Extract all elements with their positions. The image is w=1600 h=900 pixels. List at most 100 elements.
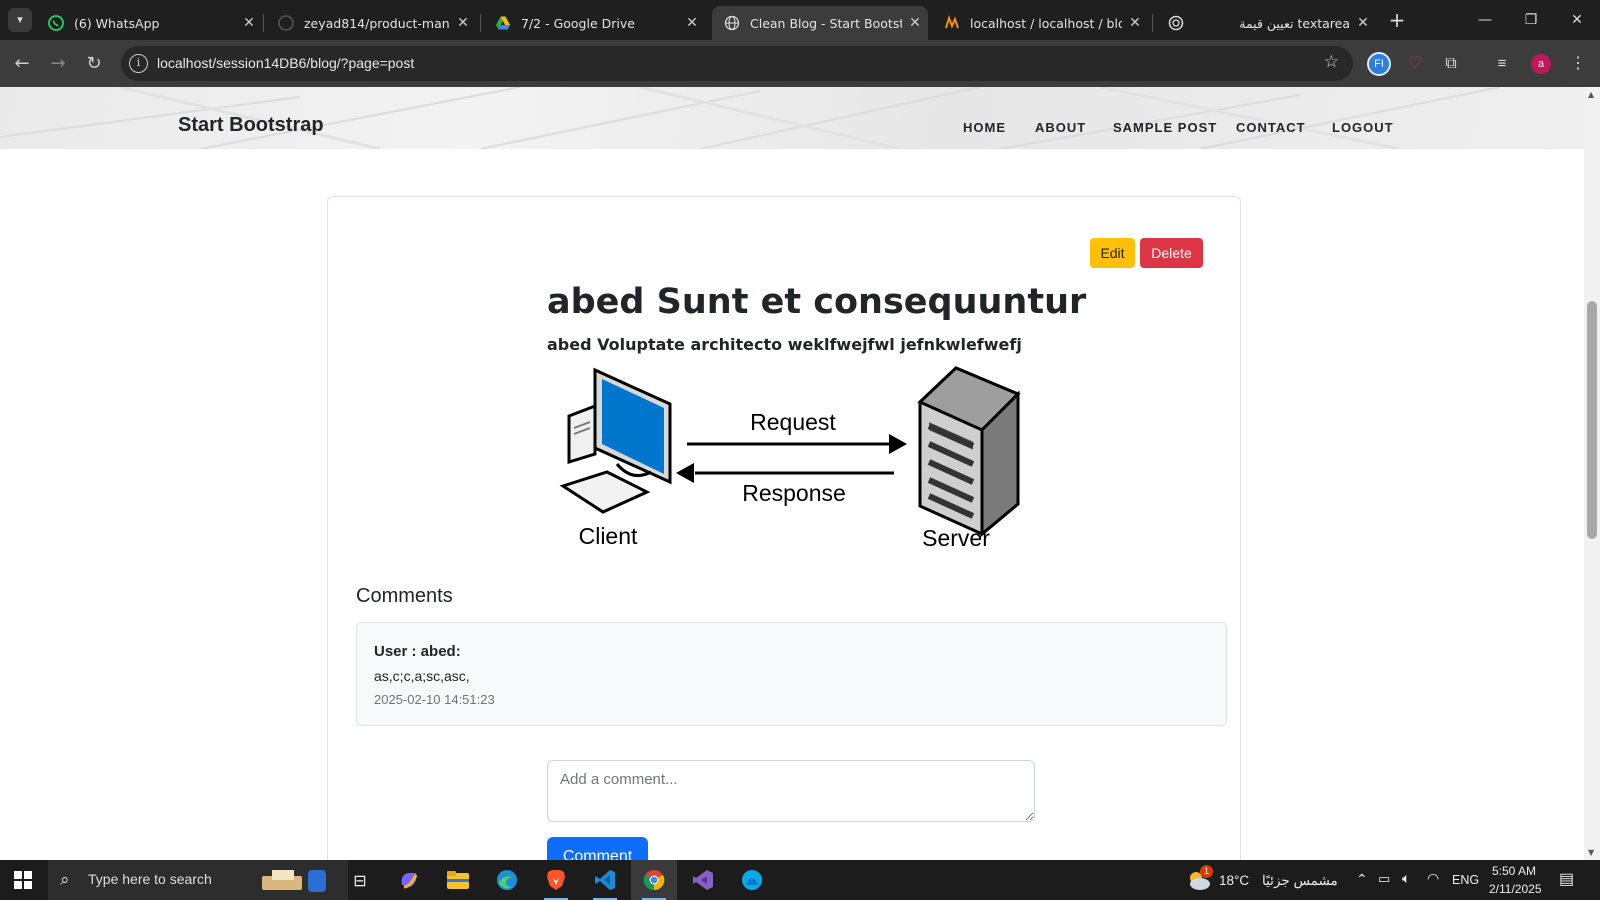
request-arrowhead bbox=[889, 434, 907, 454]
scroll-up-arrow-icon[interactable]: ▲ bbox=[1588, 90, 1594, 99]
wifi-icon[interactable]: ◠ bbox=[1427, 870, 1439, 887]
menu-kebab-icon[interactable]: ⋮ bbox=[1566, 52, 1590, 76]
address-bar[interactable]: i localhost/session14DB6/blog/?page=post… bbox=[121, 46, 1353, 81]
tab-separator bbox=[263, 14, 264, 32]
phpmyadmin-icon bbox=[944, 15, 960, 31]
client-label: Client bbox=[579, 523, 638, 549]
close-tab-icon[interactable]: ✕ bbox=[236, 15, 262, 31]
globe-icon bbox=[724, 15, 740, 31]
volume-icon[interactable]: 🔈︎ bbox=[1402, 870, 1410, 887]
page-viewport: Start Bootstrap HOME ABOUT SAMPLE POST C… bbox=[0, 87, 1584, 860]
close-tab-icon[interactable]: ✕ bbox=[1350, 15, 1376, 31]
windows-start-icon[interactable] bbox=[14, 871, 32, 889]
notifications-icon[interactable]: ▤ bbox=[1559, 869, 1574, 889]
post-subtitle: abed Voluptate architecto weklfwejfwl je… bbox=[547, 335, 1022, 354]
weather-condition[interactable]: مشمس جزئيًا bbox=[1262, 873, 1338, 889]
browser-tab-bar: ▾ (6) WhatsApp ✕ zeyad814/product-manage… bbox=[0, 0, 1600, 40]
nav-about[interactable]: ABOUT bbox=[1035, 120, 1086, 135]
tab-google-drive[interactable]: 7/2 - Google Drive ✕ bbox=[483, 6, 705, 40]
nav-home[interactable]: HOME bbox=[963, 120, 1006, 135]
weather-temperature[interactable]: 18°C bbox=[1219, 873, 1249, 888]
comment-item: User : abed: as,c;c,a;sc,asc, 2025-02-10… bbox=[356, 622, 1227, 726]
search-placeholder: Type here to search bbox=[88, 871, 212, 887]
tray-chevron-up-icon[interactable]: ⌃ bbox=[1356, 871, 1368, 888]
tab-clean-blog[interactable]: Clean Blog - Start Bootstrap ✕ bbox=[712, 6, 928, 40]
search-highlight-illustration bbox=[258, 866, 338, 894]
file-explorer-icon[interactable] bbox=[435, 860, 481, 900]
site-info-icon[interactable]: i bbox=[129, 54, 148, 73]
post-image-client-server: Request Response Client Server bbox=[559, 366, 1021, 551]
whatsapp-icon bbox=[48, 15, 64, 31]
windows-taskbar: ⌕ Type here to search ⊟ 1 18°C مشمس جزئي… bbox=[0, 860, 1600, 900]
new-tab-button[interactable]: + bbox=[1385, 8, 1409, 32]
task-view-icon[interactable]: ⊟ bbox=[337, 860, 383, 900]
response-label: Response bbox=[742, 480, 846, 506]
tab-title: تعيين قيمة textarea bbox=[1239, 15, 1350, 31]
back-arrow-icon[interactable]: ← bbox=[8, 50, 36, 78]
bookmark-star-icon[interactable]: ☆ bbox=[1324, 52, 1339, 72]
battery-icon[interactable]: ▭ bbox=[1378, 871, 1390, 887]
restore-button[interactable]: ❐ bbox=[1508, 6, 1554, 34]
nav-logout[interactable]: LOGOUT bbox=[1332, 120, 1394, 135]
tab-title: Clean Blog - Start Bootstrap bbox=[750, 15, 902, 31]
minimize-button[interactable]: — bbox=[1462, 6, 1508, 34]
edge-icon[interactable] bbox=[484, 860, 530, 900]
extensions-puzzle-icon[interactable]: ⧉ bbox=[1439, 52, 1463, 76]
media-controls-icon[interactable]: ≡ bbox=[1490, 52, 1514, 76]
tab-separator bbox=[1152, 14, 1153, 32]
reload-icon[interactable]: ↻ bbox=[80, 50, 108, 78]
delete-button[interactable]: Delete bbox=[1140, 238, 1203, 268]
request-label: Request bbox=[750, 409, 836, 435]
language-indicator[interactable]: ENG bbox=[1452, 873, 1479, 887]
post-card: Edit Delete abed Sunt et consequuntur ab… bbox=[327, 196, 1241, 860]
extension-icon[interactable]: FI bbox=[1367, 52, 1391, 76]
profile-avatar[interactable]: a bbox=[1531, 54, 1551, 74]
close-window-button[interactable]: ✕ bbox=[1554, 6, 1600, 34]
close-tab-icon[interactable]: ✕ bbox=[679, 15, 705, 31]
tab-chatgpt[interactable]: تعيين قيمة textarea ✕ bbox=[1156, 6, 1376, 40]
server-label: Server bbox=[922, 525, 990, 551]
tab-title: localhost / localhost / blog / bbox=[970, 15, 1122, 31]
scrollbar-thumb[interactable] bbox=[1587, 301, 1597, 539]
comment-submit-button[interactable]: Comment bbox=[547, 837, 648, 860]
search-icon: ⌕ bbox=[60, 870, 70, 890]
weather-badge: 1 bbox=[1200, 865, 1213, 878]
scroll-down-arrow-icon[interactable]: ▼ bbox=[1588, 848, 1594, 857]
heart-extension-icon[interactable]: ♡ bbox=[1403, 52, 1427, 76]
copilot-icon[interactable] bbox=[386, 860, 432, 900]
close-tab-icon[interactable]: ✕ bbox=[1122, 15, 1148, 31]
nav-sample-post[interactable]: SAMPLE POST bbox=[1113, 120, 1217, 135]
tab-github[interactable]: zeyad814/product-managem ✕ bbox=[266, 6, 476, 40]
tab-phpmyadmin[interactable]: localhost / localhost / blog / ✕ bbox=[932, 6, 1148, 40]
github-icon bbox=[278, 15, 294, 31]
comment-text: as,c;c,a;sc,asc, bbox=[374, 668, 470, 684]
nav-contact[interactable]: CONTACT bbox=[1236, 120, 1306, 135]
tab-whatsapp[interactable]: (6) WhatsApp ✕ bbox=[36, 6, 262, 40]
vscode-icon[interactable] bbox=[582, 860, 628, 900]
edit-button[interactable]: Edit bbox=[1090, 238, 1135, 268]
clock-time[interactable]: 5:50 AM bbox=[1492, 864, 1536, 878]
clock-date[interactable]: 2/11/2025 bbox=[1489, 882, 1542, 896]
page-scrollbar[interactable]: ▲ ▼ bbox=[1584, 87, 1600, 860]
tab-search-button[interactable]: ▾ bbox=[8, 8, 32, 32]
tab-title: 7/2 - Google Drive bbox=[521, 15, 635, 31]
brave-icon[interactable] bbox=[533, 860, 579, 900]
close-tab-icon[interactable]: ✕ bbox=[450, 15, 476, 31]
close-tab-icon[interactable]: ✕ bbox=[902, 15, 928, 31]
app-icon[interactable] bbox=[729, 860, 775, 900]
comment-author: User : abed: bbox=[374, 643, 461, 660]
comment-textarea[interactable] bbox=[547, 760, 1035, 822]
site-brand[interactable]: Start Bootstrap bbox=[178, 114, 324, 137]
forward-arrow-icon[interactable]: → bbox=[44, 50, 72, 78]
client-computer-illustration bbox=[559, 367, 672, 514]
browser-toolbar: ← → ↻ i localhost/session14DB6/blog/?pag… bbox=[0, 40, 1600, 87]
server-illustration bbox=[917, 366, 1021, 538]
taskbar-search-box[interactable]: ⌕ Type here to search bbox=[48, 860, 348, 900]
url-text[interactable]: localhost/session14DB6/blog/?page=post bbox=[157, 55, 414, 71]
comment-timestamp: 2025-02-10 14:51:23 bbox=[374, 692, 495, 707]
weather-icon[interactable]: 1 bbox=[1186, 865, 1213, 892]
response-arrowhead bbox=[676, 463, 694, 483]
visual-studio-icon[interactable] bbox=[680, 860, 726, 900]
google-drive-icon bbox=[495, 15, 511, 31]
chrome-icon[interactable] bbox=[631, 860, 677, 900]
